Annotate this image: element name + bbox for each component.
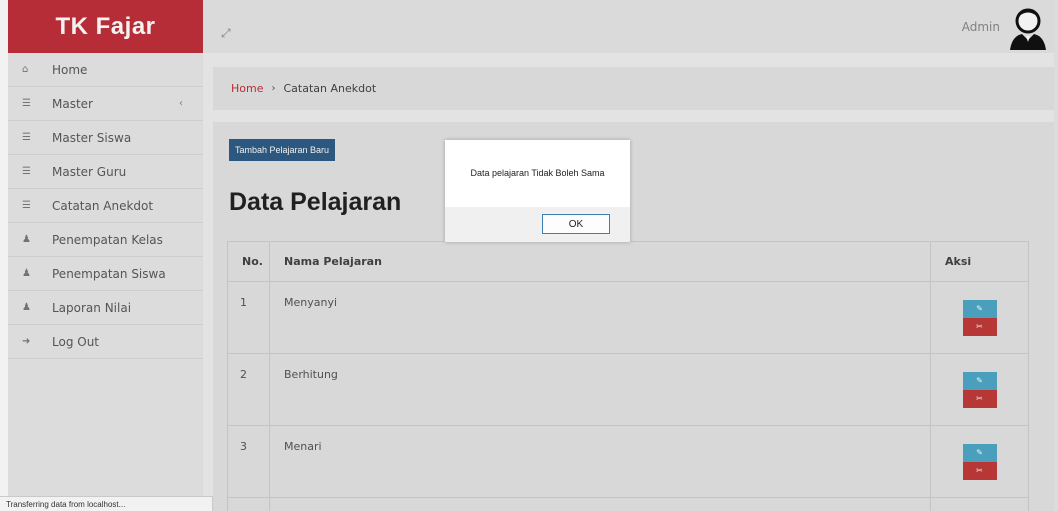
alert-footer: OK (445, 207, 630, 242)
ok-button[interactable]: OK (542, 214, 610, 234)
modal-overlay (0, 0, 1058, 511)
scrollbar[interactable] (1054, 0, 1058, 511)
alert-dialog: Data pelajaran Tidak Boleh Sama OK (445, 140, 630, 242)
browser-status-bar: Transferring data from localhost... (0, 496, 213, 511)
alert-message: Data pelajaran Tidak Boleh Sama (470, 168, 605, 178)
